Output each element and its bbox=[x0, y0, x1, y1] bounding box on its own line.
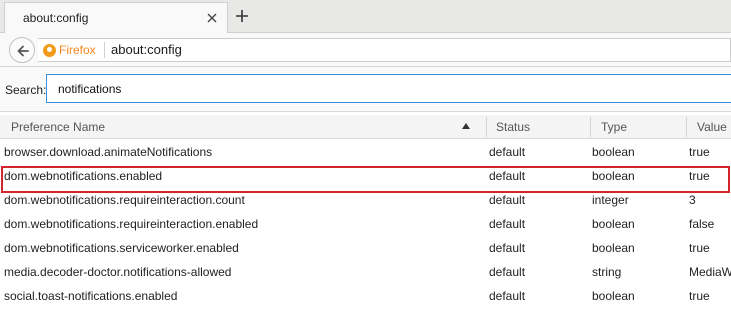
url-separator bbox=[104, 42, 105, 58]
preference-status: default bbox=[489, 241, 526, 255]
close-icon[interactable] bbox=[202, 8, 222, 28]
preference-value: true bbox=[689, 145, 710, 159]
preference-value: true bbox=[689, 289, 710, 303]
sort-ascending-icon[interactable] bbox=[462, 123, 470, 129]
preference-value: true bbox=[689, 169, 710, 183]
preference-name: dom.webnotifications.enabled bbox=[4, 169, 163, 183]
search-input[interactable] bbox=[46, 74, 731, 103]
column-header-type[interactable]: Type bbox=[601, 120, 627, 134]
column-divider[interactable] bbox=[590, 117, 591, 137]
preference-type: boolean bbox=[592, 217, 635, 231]
back-button[interactable] bbox=[9, 37, 35, 63]
search-row: Search: bbox=[0, 67, 731, 112]
plus-icon[interactable] bbox=[232, 6, 252, 26]
preference-type: boolean bbox=[592, 289, 635, 303]
table-row[interactable]: dom.webnotifications.requireinteraction.… bbox=[0, 187, 731, 211]
preference-type: boolean bbox=[592, 145, 635, 159]
preference-status: default bbox=[489, 265, 526, 279]
column-header-value[interactable]: Value bbox=[697, 120, 727, 134]
preference-type: string bbox=[592, 265, 622, 279]
url-bar[interactable]: Firefox about:config bbox=[38, 38, 731, 62]
preference-status: default bbox=[489, 193, 526, 207]
table-row[interactable]: social.toast-notifications.enabled defau… bbox=[0, 283, 731, 307]
preference-type: boolean bbox=[592, 241, 635, 255]
preference-name: media.decoder-doctor.notifications-allow… bbox=[4, 265, 232, 279]
back-arrow-icon bbox=[17, 45, 29, 57]
url-text[interactable]: about:config bbox=[111, 42, 182, 57]
table-row[interactable]: dom.webnotifications.requireinteraction.… bbox=[0, 211, 731, 235]
tab-about-config[interactable]: about:config bbox=[4, 2, 228, 33]
table-header: Preference Name Status Type Value bbox=[0, 115, 731, 139]
preference-status: default bbox=[489, 289, 526, 303]
preference-type: boolean bbox=[592, 169, 635, 183]
preference-name: social.toast-notifications.enabled bbox=[4, 289, 178, 303]
preference-name: dom.webnotifications.serviceworker.enabl… bbox=[4, 241, 239, 255]
preference-status: default bbox=[489, 217, 526, 231]
column-divider[interactable] bbox=[686, 117, 687, 137]
tab-strip: about:config bbox=[0, 0, 731, 33]
table-row[interactable]: media.decoder-doctor.notifications-allow… bbox=[0, 259, 731, 283]
preference-name: dom.webnotifications.requireinteraction.… bbox=[4, 193, 245, 207]
preference-value: 3 bbox=[689, 193, 696, 207]
preference-value: MediaW bbox=[689, 265, 731, 279]
preferences-table: Preference Name Status Type Value browse… bbox=[0, 115, 731, 307]
column-header-status[interactable]: Status bbox=[496, 120, 530, 134]
table-row[interactable]: dom.webnotifications.enabled default boo… bbox=[0, 163, 731, 187]
preference-value: true bbox=[689, 241, 710, 255]
column-header-preference-name[interactable]: Preference Name bbox=[11, 120, 105, 134]
preference-status: default bbox=[489, 145, 526, 159]
identity-label[interactable]: Firefox bbox=[59, 43, 96, 57]
tab-title: about:config bbox=[23, 11, 89, 25]
table-row[interactable]: dom.webnotifications.serviceworker.enabl… bbox=[0, 235, 731, 259]
firefox-logo-icon bbox=[43, 44, 56, 57]
search-label: Search: bbox=[5, 83, 47, 97]
preference-type: integer bbox=[592, 193, 629, 207]
column-divider[interactable] bbox=[486, 117, 487, 137]
preference-value: false bbox=[689, 217, 715, 231]
table-row[interactable]: browser.download.animateNotifications de… bbox=[0, 139, 731, 163]
navigation-bar: Firefox about:config bbox=[0, 33, 731, 67]
preference-name: dom.webnotifications.requireinteraction.… bbox=[4, 217, 259, 231]
preference-name: browser.download.animateNotifications bbox=[4, 145, 213, 159]
preference-status: default bbox=[489, 169, 526, 183]
